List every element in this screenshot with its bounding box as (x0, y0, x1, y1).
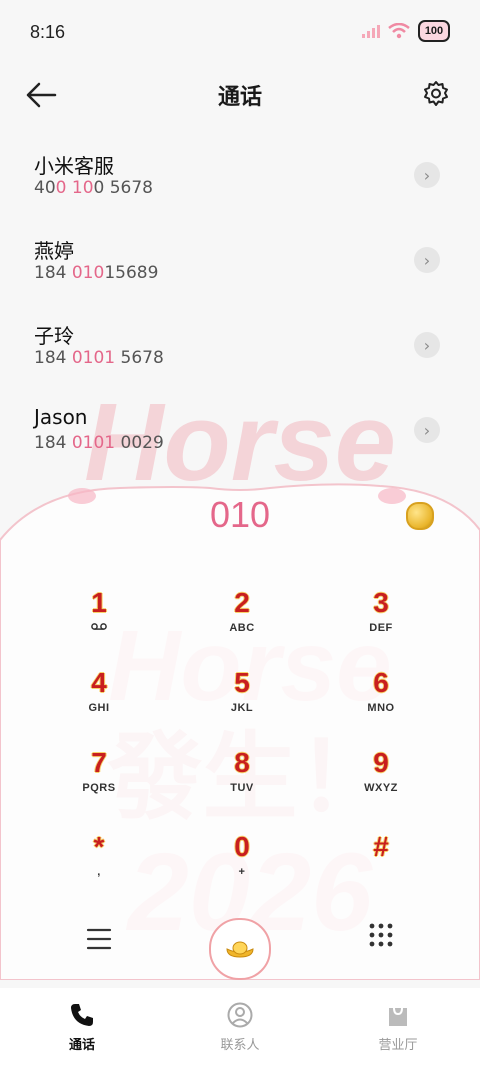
shopping-bag-icon (389, 1007, 407, 1026)
key-2[interactable]: 2 ABC (187, 586, 297, 656)
keypad-toggle-icon[interactable] (368, 922, 394, 950)
contact-person-icon (227, 1002, 253, 1028)
status-icons: 100 (362, 20, 450, 42)
contact-number: 184 0101 5678 (34, 348, 164, 368)
gold-coin-icon (406, 502, 434, 530)
key-7[interactable]: 7 PQRS (44, 746, 154, 816)
key-8[interactable]: 8 TUV (187, 746, 297, 816)
tab-calls[interactable]: 通话 (32, 1000, 132, 1053)
phone-icon (71, 1004, 93, 1026)
contact-name: 子玲 (34, 324, 74, 348)
gold-ingot-icon (226, 941, 254, 958)
call-button[interactable] (209, 918, 271, 980)
contact-number: 184 01015689 (34, 263, 159, 283)
key-5[interactable]: 5 JKL (187, 666, 297, 736)
bottom-tab-bar: 通话 联系人 营业厅 (0, 988, 480, 1067)
battery-icon: 100 (418, 20, 450, 42)
page-title: 通话 (217, 85, 262, 110)
chevron-right-icon[interactable]: › (414, 417, 440, 443)
contact-name: 小米客服 (34, 154, 114, 178)
key-3[interactable]: 3 DEF (326, 586, 436, 656)
matched-contacts-list: 小米客服 400 100 5678 › 燕婷 184 01015689 › 子玲… (0, 136, 480, 476)
back-arrow-icon[interactable] (24, 80, 58, 110)
contact-row[interactable]: 燕婷 184 01015689 › (0, 221, 480, 306)
key-star[interactable]: * , (44, 830, 154, 900)
key-hash[interactable]: # (326, 830, 436, 900)
tab-service-hall[interactable]: 营业厅 (348, 1000, 448, 1053)
contact-name: Jason (34, 405, 88, 429)
tab-contacts[interactable]: 联系人 (190, 1000, 290, 1053)
contact-number: 184 0101 0029 (34, 433, 164, 453)
voicemail-icon (44, 622, 154, 634)
key-1[interactable]: 1 (44, 586, 154, 656)
wifi-icon (388, 23, 410, 39)
dialer-controls (0, 912, 480, 984)
key-0[interactable]: 0 + (187, 830, 297, 900)
chevron-right-icon[interactable]: › (414, 332, 440, 358)
key-6[interactable]: 6 MNO (326, 666, 436, 736)
signal-icon (362, 25, 380, 38)
key-4[interactable]: 4 GHI (44, 666, 154, 736)
contact-row[interactable]: 子玲 184 0101 5678 › (0, 306, 480, 391)
status-time: 8:16 (30, 22, 66, 42)
chevron-right-icon[interactable]: › (414, 247, 440, 273)
contact-name: 燕婷 (34, 239, 74, 263)
key-9[interactable]: 9 WXYZ (326, 746, 436, 816)
chevron-right-icon[interactable]: › (414, 162, 440, 188)
contact-row[interactable]: Jason 184 0101 0029 › (0, 391, 480, 476)
settings-gear-icon[interactable] (422, 80, 450, 108)
contact-number: 400 100 5678 (34, 178, 153, 198)
menu-icon[interactable] (86, 926, 112, 952)
contact-row[interactable]: 小米客服 400 100 5678 › (0, 136, 480, 221)
header: 通话 (0, 64, 480, 126)
status-bar: 8:16 100 (0, 0, 480, 64)
